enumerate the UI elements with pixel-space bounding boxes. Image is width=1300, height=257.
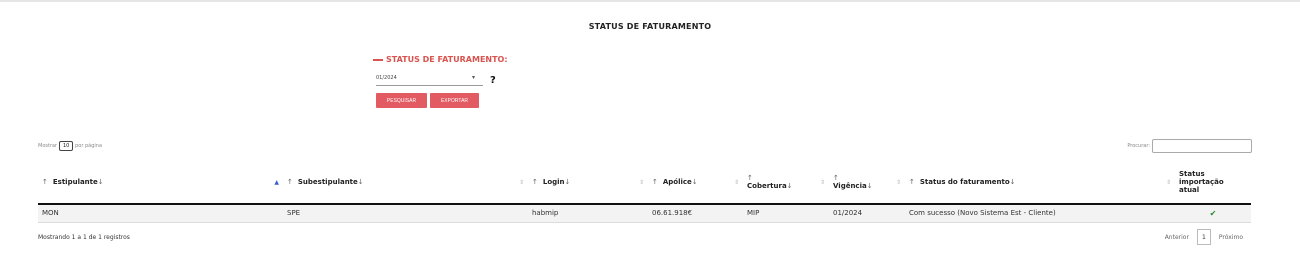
column-label: Estipulante xyxy=(52,178,98,186)
sort-up-icon: ↑ xyxy=(833,174,839,182)
sort-indicator-icon: ⇕ xyxy=(819,179,825,186)
cell-subestipulante: SPE xyxy=(283,204,528,223)
pagination: Anterior 1 Próximo xyxy=(1165,229,1243,245)
sort-indicator-icon: ⇕ xyxy=(638,179,644,186)
pagination-next[interactable]: Próximo xyxy=(1219,234,1243,241)
pagination-page[interactable]: 1 xyxy=(1196,229,1211,245)
period-select-value: 01/2024 xyxy=(376,75,397,81)
sort-up-icon: ↑ xyxy=(747,174,753,182)
table-header-row: ↑ Estipulante↓ ▲ ↑ Subestipulante↓ ⇕ ↑ Logi… xyxy=(38,161,1251,205)
help-icon[interactable]: ? xyxy=(490,75,496,86)
table-row: MON SPE habmip 06.61.918€ MIP 01/2024 Co… xyxy=(38,204,1251,223)
column-header-status[interactable]: ↑ Status do faturamento↓ ⇕ xyxy=(905,161,1175,205)
column-label-stack: ↑ Cobertura↓ xyxy=(747,174,825,190)
cell-estipulante: MON xyxy=(38,204,283,223)
column-label: Status do faturamento xyxy=(919,178,1010,186)
filter-title-label: STATUS DE FATURAMENTO: xyxy=(386,55,508,64)
sort-down-icon: ↓ xyxy=(866,182,873,190)
column-label-line: Status xyxy=(1179,170,1205,178)
column-label: Login xyxy=(542,178,565,186)
sort-up-icon: ↑ xyxy=(42,178,48,186)
sort-down-icon: ↓ xyxy=(564,178,571,186)
column-header-cobertura[interactable]: ↑ Cobertura↓ ⇕ xyxy=(743,161,829,205)
column-header-estipulante[interactable]: ↑ Estipulante↓ ▲ xyxy=(38,161,283,205)
sort-indicator-icon: ⇕ xyxy=(518,179,524,186)
column-label: Subestipulante xyxy=(297,178,358,186)
page-length-control: Mostrar 10 por página xyxy=(38,141,102,151)
sort-indicator-icon: ⇕ xyxy=(733,179,739,186)
cell-status: Com sucesso (Novo Sistema Est - Cliente) xyxy=(905,204,1175,223)
page-title: STATUS DE FATURAMENTO xyxy=(588,22,712,31)
cell-apolice: 06.61.918€ xyxy=(648,204,743,223)
chevron-down-icon: ▾ xyxy=(471,74,475,81)
column-header-login[interactable]: ↑ Login↓ ⇕ xyxy=(528,161,648,205)
column-label-line: atual xyxy=(1179,186,1200,194)
page-length-suffix: por página xyxy=(75,143,103,149)
table-search-input[interactable] xyxy=(1152,139,1252,153)
page-length-prefix: Mostrar xyxy=(38,143,58,149)
search-button[interactable]: PESQUISAR xyxy=(376,93,427,108)
filter-panel: STATUS DE FATURAMENTO: 01/2024 ▾ ? PESQU… xyxy=(373,55,553,108)
cell-login: habmip xyxy=(528,204,648,223)
cell-vigencia: 01/2024 xyxy=(829,204,905,223)
cell-import-status: ✔ xyxy=(1175,204,1251,223)
sort-down-icon: ↓ xyxy=(786,182,793,190)
sort-up-icon: ↑ xyxy=(287,178,293,186)
sort-up-icon: ↑ xyxy=(652,178,658,186)
column-label: Apólice xyxy=(662,178,692,186)
top-border xyxy=(0,0,1300,2)
period-select[interactable]: 01/2024 ▾ xyxy=(376,72,483,86)
column-header-apolice[interactable]: ↑ Apólice↓ ⇕ xyxy=(648,161,743,205)
title-dash-icon xyxy=(373,58,383,61)
column-label-line: importação xyxy=(1179,178,1224,186)
page-length-select[interactable]: 10 xyxy=(59,141,74,151)
cell-cobertura: MIP xyxy=(743,204,829,223)
column-header-import-status: Status importação atual xyxy=(1175,161,1251,205)
column-header-subestipulante[interactable]: ↑ Subestipulante↓ ⇕ xyxy=(283,161,528,205)
filter-title: STATUS DE FATURAMENTO: xyxy=(373,55,553,64)
sort-indicator-icon: ▲ xyxy=(274,179,279,186)
sort-indicator-icon: ⇕ xyxy=(1165,179,1171,186)
pagination-previous[interactable]: Anterior xyxy=(1165,234,1189,241)
export-button[interactable]: EXPORTAR xyxy=(430,93,479,108)
column-label: Vigência xyxy=(833,182,867,190)
table-search: Procurar: xyxy=(1127,139,1252,153)
sort-down-icon: ↓ xyxy=(357,178,364,186)
sort-indicator-icon: ⇕ xyxy=(895,179,901,186)
sort-up-icon: ↑ xyxy=(909,178,915,186)
period-row: 01/2024 ▾ ? xyxy=(376,72,506,88)
table-search-label: Procurar: xyxy=(1127,143,1150,149)
column-header-vigencia[interactable]: ↑ Vigência↓ ⇕ xyxy=(829,161,905,205)
sort-down-icon: ↓ xyxy=(97,178,104,186)
column-label-stack: Status importação atual xyxy=(1179,170,1247,194)
sort-down-icon: ↓ xyxy=(1009,178,1016,186)
check-icon: ✔ xyxy=(1209,208,1217,218)
column-label-stack: ↑ Vigência↓ xyxy=(833,174,901,190)
table-info: Mostrando 1 a 1 de 1 registros xyxy=(38,234,130,241)
sort-down-icon: ↓ xyxy=(691,178,698,186)
billing-status-table: ↑ Estipulante↓ ▲ ↑ Subestipulante↓ ⇕ ↑ Logi… xyxy=(38,161,1251,223)
column-label: Cobertura xyxy=(747,182,787,190)
sort-up-icon: ↑ xyxy=(532,178,538,186)
